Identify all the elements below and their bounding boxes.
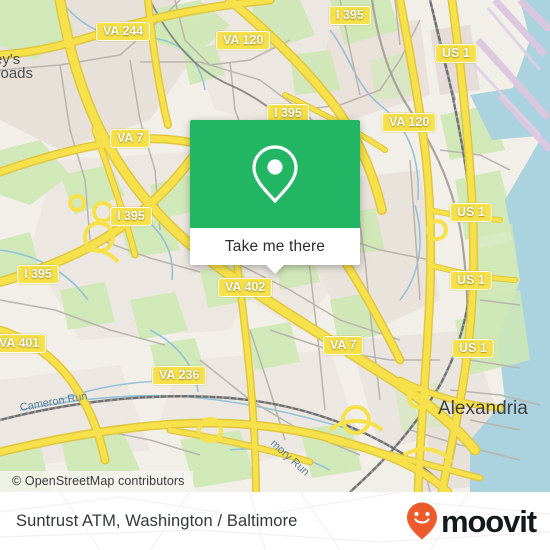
footer-bar: Suntrust ATM, Washington / Baltimore moo… <box>0 492 550 550</box>
map-pin-icon <box>252 145 298 204</box>
popup-image-area <box>190 120 360 228</box>
take-me-there-label: Take me there <box>224 237 326 255</box>
popup-cta-area[interactable]: Take me there <box>190 228 360 265</box>
moovit-logo[interactable]: moovit <box>405 501 537 541</box>
popup-pointer-tail <box>266 265 284 274</box>
footer-place-title: Suntrust ATM, Washington / Baltimore <box>16 511 298 530</box>
location-popup-card[interactable]: Take me there <box>190 120 360 274</box>
map-screenshot-root: VA 244 VA 120 I 395 US 1 I 395 VA 120 VA… <box>0 0 550 550</box>
moovit-pin-smile-icon <box>406 502 437 540</box>
moovit-wordmark: moovit <box>440 503 537 539</box>
osm-attribution[interactable]: © OpenStreetMap contributors <box>0 471 193 492</box>
